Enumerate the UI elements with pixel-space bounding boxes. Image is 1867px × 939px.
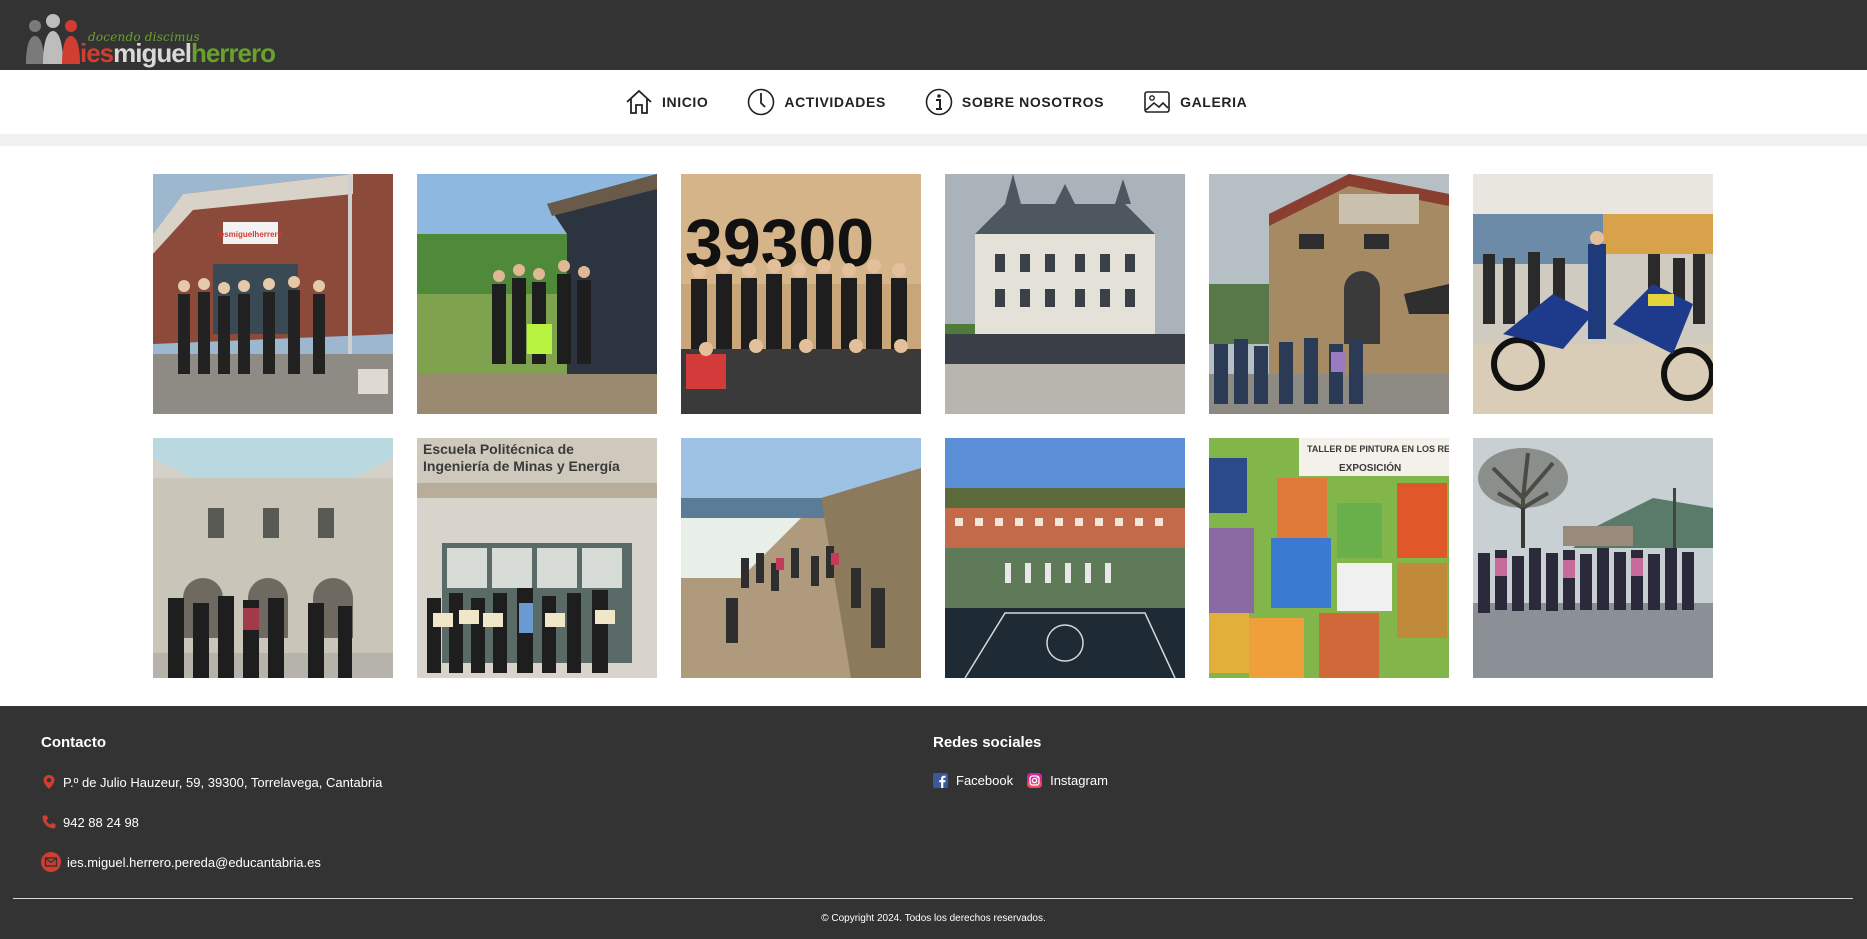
clock-icon — [748, 88, 775, 116]
phone-line: 942 88 24 98 — [41, 813, 382, 831]
nav-item-actividades[interactable]: ACTIVIDADES — [746, 87, 886, 117]
nav-item-sobre-nosotros[interactable]: SOBRE NOSOTROS — [924, 87, 1104, 117]
gallery-photo[interactable] — [1209, 174, 1449, 414]
instagram-label: Instagram — [1050, 773, 1108, 788]
top-header-bar: docendo discimus iesmiguelherrero — [0, 0, 1867, 70]
gallery-photo[interactable]: Escuela Politécnica de Ingeniería de Min… — [417, 438, 657, 678]
logo-people-icon — [26, 14, 80, 64]
gallery-photo[interactable] — [1473, 174, 1713, 414]
gallery-photo[interactable] — [1473, 438, 1713, 678]
gallery-photo[interactable] — [417, 174, 657, 414]
nav-label-actividades: ACTIVIDADES — [784, 94, 886, 110]
facebook-link[interactable]: Facebook — [933, 773, 1013, 788]
nav-label-inicio: INICIO — [662, 94, 709, 110]
phone-text[interactable]: 942 88 24 98 — [63, 815, 139, 830]
email-text[interactable]: ies.miguel.herrero.pereda@educantabria.e… — [67, 855, 321, 870]
svg-text:iesmiguelherrero: iesmiguelherrero — [218, 230, 283, 239]
instagram-link[interactable]: Instagram — [1027, 773, 1108, 788]
site-footer: Contacto P.º de Julio Hauzeur, 59, 39300… — [0, 706, 1867, 939]
gallery-photo[interactable] — [681, 438, 921, 678]
footer-divider — [13, 898, 1853, 899]
gallery-photo[interactable]: TALLER DE PINTURA EN LOS RECRE EXPOSICIÓ… — [1209, 438, 1449, 678]
gallery-photo[interactable]: 39300 — [681, 174, 921, 414]
nav-divider-band — [0, 134, 1867, 146]
gallery-photo[interactable]: iesmiguelherrero — [153, 174, 393, 414]
home-icon — [626, 89, 652, 114]
nav-label-sobre-nosotros: SOBRE NOSOTROS — [961, 94, 1105, 110]
image-icon — [1144, 91, 1170, 113]
nav-item-inicio[interactable]: INICIO — [624, 87, 708, 117]
info-icon — [925, 88, 953, 116]
address-text: P.º de Julio Hauzeur, 59, 39300, Torrela… — [63, 774, 383, 790]
contact-title: Contacto — [41, 734, 106, 751]
social-title: Redes sociales — [933, 734, 1042, 751]
school-logo[interactable]: docendo discimus iesmiguelherrero — [24, 14, 276, 68]
address-line: P.º de Julio Hauzeur, 59, 39300, Torrela… — [41, 773, 382, 791]
main-navigation: INICIO ACTIVIDADES SOBRE NOSOTROS GALERI… — [0, 70, 1867, 134]
logo-wordmark: iesmiguelherrero — [80, 38, 276, 68]
copyright-text: © Copyright 2024. Todos los derechos res… — [821, 913, 1046, 924]
svg-text:Ingeniería de Minas y Energía: Ingeniería de Minas y Energía — [423, 458, 620, 474]
contact-section: Contacto P.º de Julio Hauzeur, 59, 39300… — [41, 734, 382, 872]
gallery-photo[interactable] — [945, 174, 1185, 414]
nav-label-galeria: GALERIA — [1180, 94, 1248, 110]
email-line: ies.miguel.herrero.pereda@educantabria.e… — [41, 852, 382, 872]
gallery-photo[interactable] — [153, 438, 393, 678]
facebook-icon — [933, 773, 948, 788]
nav-item-galeria[interactable]: GALERIA — [1142, 87, 1247, 117]
gallery-photo[interactable] — [945, 438, 1185, 678]
social-section: Redes sociales Facebook Instagram — [933, 734, 1122, 788]
map-pin-icon — [43, 775, 55, 789]
svg-text:TALLER DE PINTURA EN LOS RECRE: TALLER DE PINTURA EN LOS RECRE — [1307, 444, 1449, 454]
instagram-icon — [1027, 773, 1043, 788]
svg-text:Escuela Politécnica de: Escuela Politécnica de — [423, 441, 574, 457]
facebook-label: Facebook — [956, 773, 1014, 788]
email-icon — [41, 852, 61, 872]
svg-text:EXPOSICIÓN: EXPOSICIÓN — [1339, 461, 1401, 474]
phone-icon — [42, 815, 56, 829]
